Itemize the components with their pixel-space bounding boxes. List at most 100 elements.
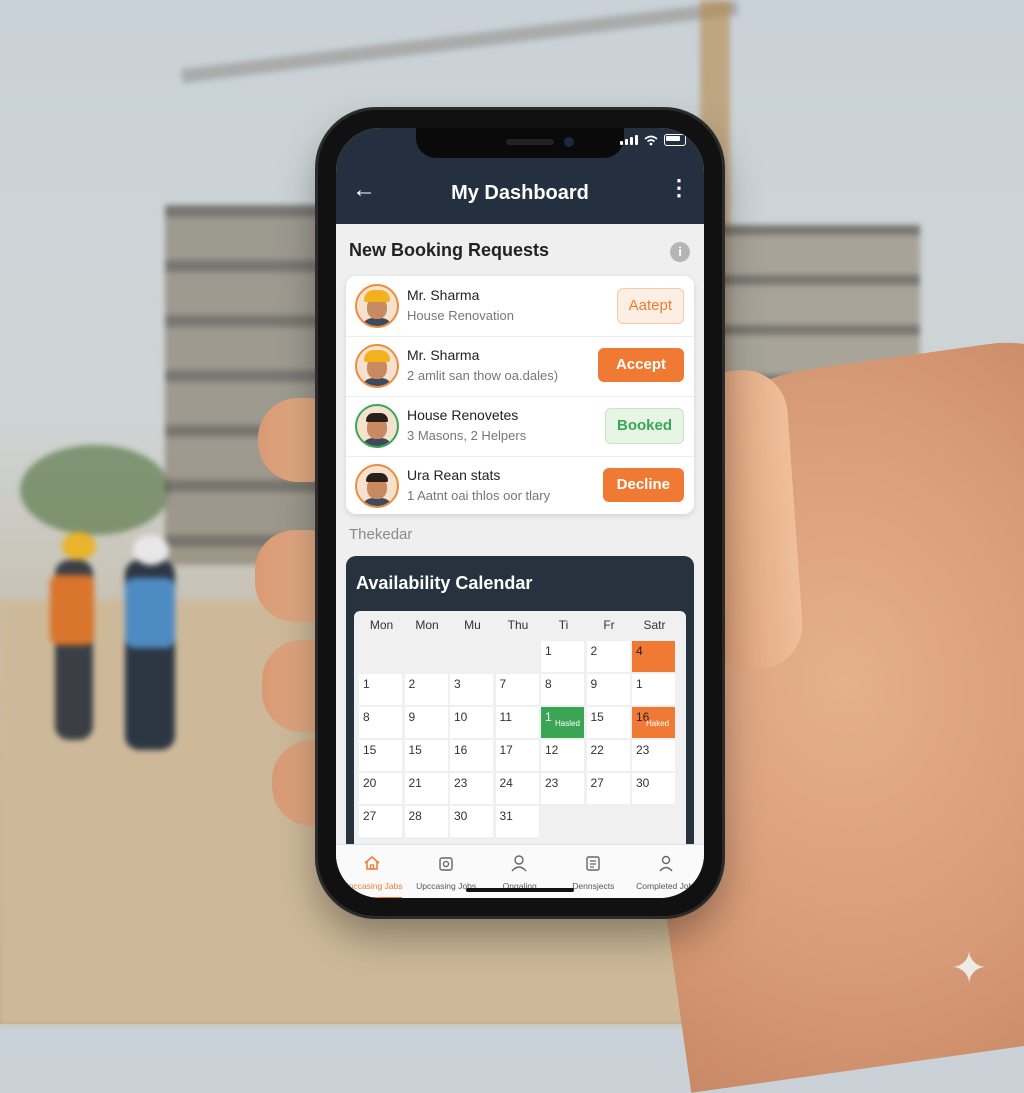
day-number: 21 — [408, 776, 422, 790]
calendar-day-cell[interactable]: 28 — [404, 806, 448, 837]
day-number: 2 — [590, 644, 598, 658]
day-number: 15 — [363, 743, 377, 757]
booking-requests-card: Mr. Sharma House Renovation Aatept Mr. S… — [346, 276, 694, 514]
calendar-day-cell[interactable]: 1 — [359, 674, 402, 705]
calendar-day-cell[interactable]: 4 — [632, 641, 675, 672]
accept-button[interactable]: Aatept — [616, 288, 684, 324]
calendar-day-cell[interactable]: 10 — [450, 707, 493, 738]
calendar-day-cell[interactable]: 31 — [495, 806, 539, 837]
briefcase-icon — [436, 853, 456, 873]
accept-button[interactable]: Accept — [597, 348, 684, 382]
tab-label: Upccasing Jabs — [342, 881, 403, 891]
document-icon — [583, 853, 603, 873]
booking-request-row[interactable]: Mr. Sharma 2 amlit san thow oa.dales) Ac… — [346, 336, 694, 397]
calendar-day-cell[interactable]: 9 — [586, 674, 630, 705]
phone-device: ← My Dashboard ⋮ New Booking Requests i — [318, 110, 722, 916]
day-number: 15 — [408, 743, 422, 757]
calendar-day-cell[interactable]: 7 — [495, 674, 539, 705]
calendar-day-cell[interactable]: 15 — [404, 740, 448, 771]
day-number: 12 — [545, 743, 559, 757]
calendar-day-cell[interactable]: 20 — [359, 773, 402, 804]
calendar-day-cell[interactable]: 27 — [359, 806, 402, 837]
day-number: 31 — [499, 809, 513, 823]
tab-person[interactable]: Completed Jobs — [630, 845, 703, 898]
day-status-tag: Haked — [646, 719, 670, 728]
availability-calendar-card: Availability Calendar Mon Mon Mu Thu Ti Fr Sat… — [346, 556, 694, 856]
day-number: 7 — [499, 677, 507, 691]
calendar-day-cell[interactable]: 11 — [495, 707, 539, 738]
calendar-day-cell[interactable]: 1 Hasled — [541, 707, 584, 738]
calendar-title: Availability Calendar — [356, 573, 533, 593]
crane-arm — [181, 0, 739, 84]
weekday-label: Mon — [415, 618, 439, 632]
calendar-day-cell[interactable]: 22 — [586, 740, 630, 771]
avatar — [355, 284, 399, 328]
day-number: 1 — [545, 644, 552, 658]
day-number: 27 — [590, 776, 604, 790]
day-number: 4 — [636, 644, 643, 658]
day-number: 22 — [590, 743, 604, 757]
status-bar — [620, 134, 686, 146]
day-number: 8 — [363, 710, 370, 724]
weekday-label: Satr — [643, 618, 666, 632]
day-number: 1 — [636, 677, 643, 691]
calendar-day-cell[interactable]: 9 — [404, 707, 448, 738]
day-number: 20 — [363, 776, 377, 790]
tab-label: Completed Jobs — [636, 881, 698, 891]
day-number: 17 — [499, 743, 513, 757]
calendar-day-cell[interactable]: 2 — [586, 641, 630, 672]
signal-icon — [620, 135, 638, 145]
day-number: 15 — [590, 710, 604, 724]
user-icon — [509, 853, 529, 873]
calendar-day-cell[interactable]: 15 — [586, 707, 630, 738]
weekday-label: Ti — [558, 618, 569, 632]
info-icon[interactable]: i — [670, 242, 690, 262]
calendar-day-cell[interactable]: 30 — [450, 806, 493, 837]
thekedar-label: Thekedar — [349, 526, 413, 543]
booking-request-row[interactable]: House Renovetes 3 Masons, 2 Helpers Book… — [346, 396, 694, 457]
day-number: 9 — [590, 677, 598, 691]
weekday-label: Mu — [464, 618, 481, 632]
avatar — [355, 404, 399, 448]
decline-button[interactable]: Decline — [602, 468, 684, 502]
avatar — [355, 344, 399, 388]
calendar-day-cell[interactable]: 30 — [632, 773, 675, 804]
calendar-day-cell[interactable]: 24 — [495, 773, 539, 804]
tab-home[interactable]: Upccasing Jabs — [336, 845, 409, 898]
weekday-label: Thu — [507, 618, 529, 632]
booking-request-row[interactable]: Mr. Sharma House Renovation Aatept — [346, 276, 694, 337]
request-subtitle: 3 Masons, 2 Helpers — [407, 428, 527, 443]
request-name: Mr. Sharma — [407, 287, 480, 303]
calendar-day-cell[interactable]: 23 — [541, 773, 584, 804]
calendar-day-cell[interactable]: 16 — [450, 740, 493, 771]
wifi-icon — [644, 135, 658, 145]
calendar-day-cell[interactable]: 15 — [359, 740, 402, 771]
home-icon — [362, 853, 382, 873]
calendar-day-cell[interactable]: 8 — [359, 707, 402, 738]
booking-request-row[interactable]: Ura Rean stats 1 Aatnt oai thlos oor tla… — [346, 456, 694, 516]
calendar-day-cell[interactable]: 17 — [495, 740, 539, 771]
calendar-day-cell[interactable]: 16 Haked — [632, 707, 675, 738]
day-number: 3 — [454, 677, 461, 691]
trees — [20, 445, 170, 535]
booked-badge[interactable]: Booked — [604, 408, 684, 444]
request-name: Ura Rean stats — [407, 467, 501, 483]
calendar-day-cell[interactable]: 12 — [541, 740, 584, 771]
more-vertical-icon[interactable]: ⋮ — [668, 176, 690, 200]
day-number: 23 — [545, 776, 559, 790]
section-title-booking-requests: New Booking Requests — [349, 240, 550, 260]
calendar-day-cell[interactable]: 3 — [450, 674, 493, 705]
calendar-day-cell[interactable]: 23 — [632, 740, 675, 771]
request-subtitle: House Renovation — [407, 308, 514, 323]
calendar-day-cell[interactable]: 1 — [632, 674, 675, 705]
calendar-day-cell[interactable]: 27 — [586, 773, 630, 804]
calendar-day-cell[interactable]: 21 — [404, 773, 448, 804]
calendar-day-cell[interactable]: 2 — [404, 674, 448, 705]
day-number: 27 — [363, 809, 377, 823]
calendar-grid: Mon Mon Mu Thu Ti Fr Satr 1 2 4 1 2 3 7 8 9 1 8 9 10 11 1 Has… — [354, 611, 686, 856]
speaker — [506, 139, 554, 145]
calendar-day-cell[interactable]: 23 — [450, 773, 493, 804]
calendar-day-cell[interactable]: 8 — [541, 674, 584, 705]
building-left — [165, 205, 325, 565]
calendar-day-cell[interactable]: 1 — [541, 641, 584, 672]
